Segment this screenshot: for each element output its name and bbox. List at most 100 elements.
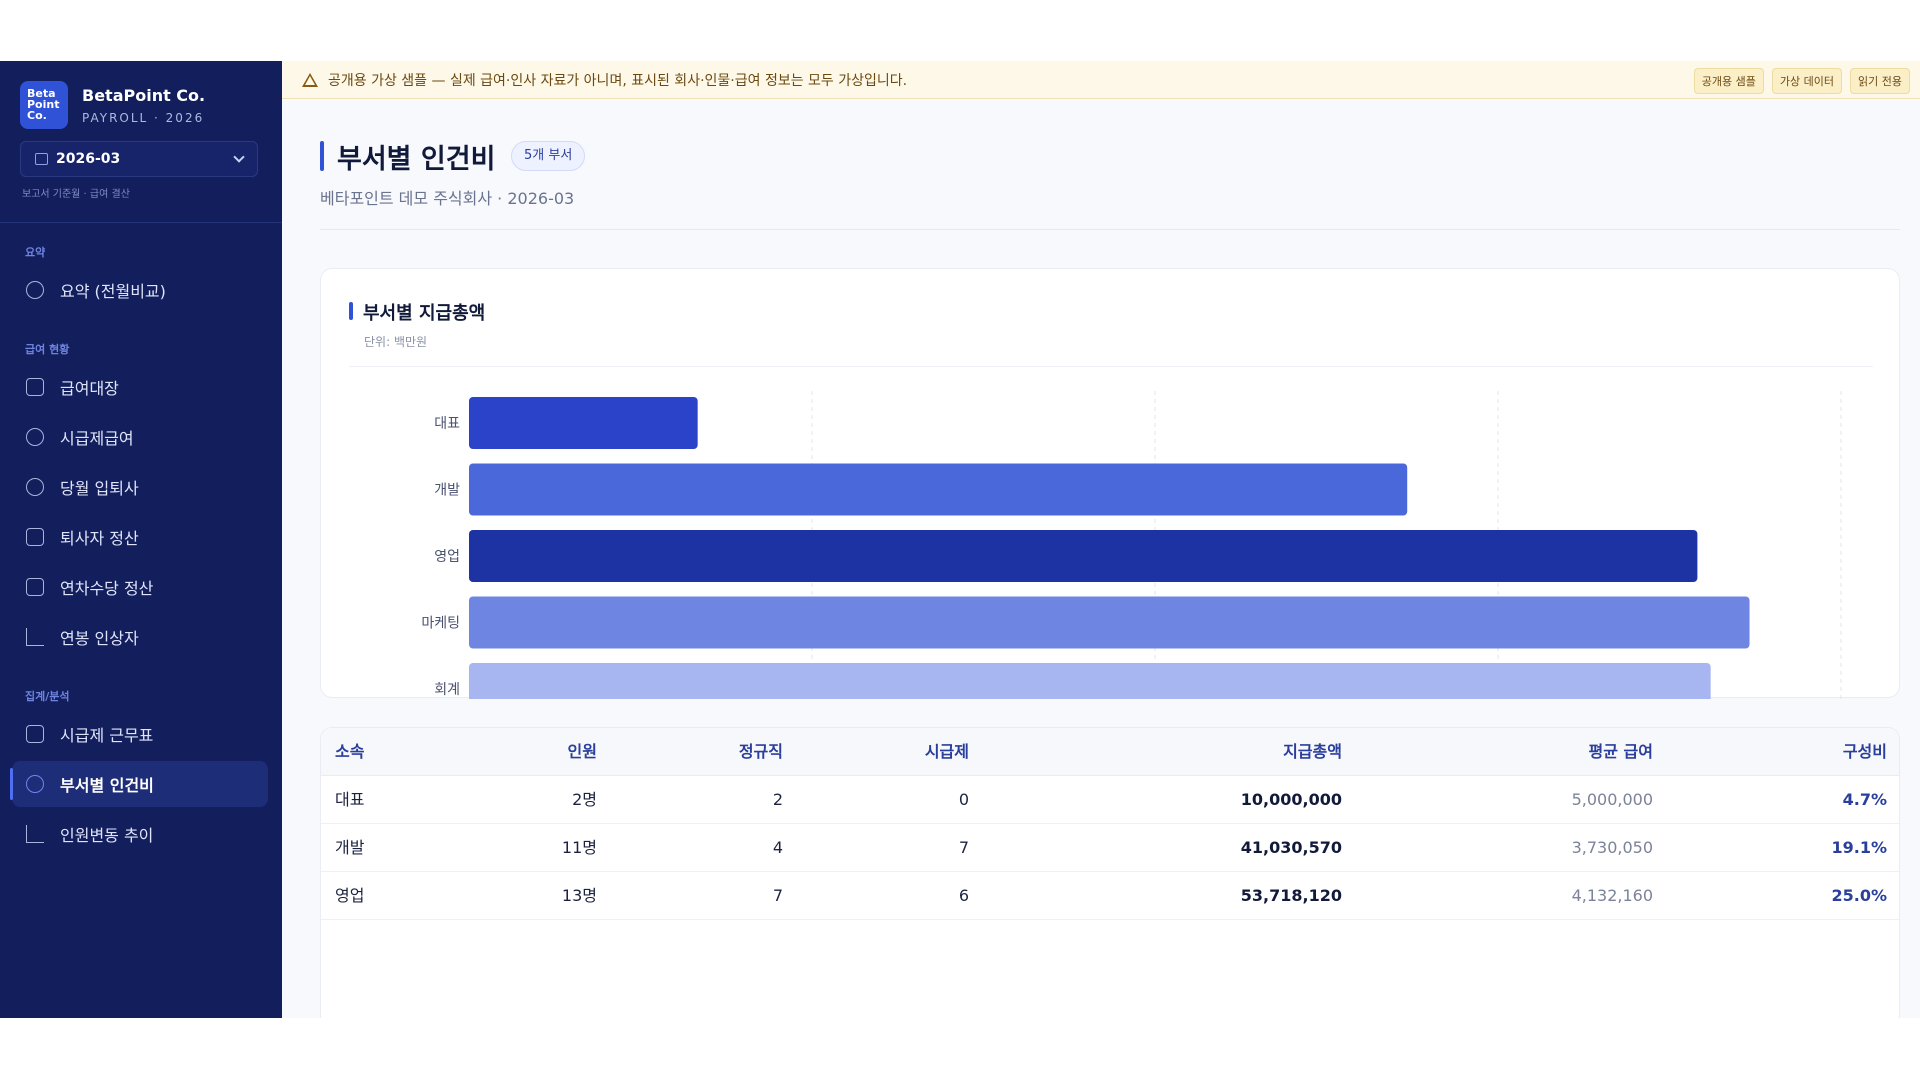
dept-total-bar-chart: 015304560대표개발영업마케팅회계 xyxy=(421,391,1842,699)
brand[interactable]: Beta Point Co. BetaPoint Co. PAYROLL · 2… xyxy=(20,81,205,129)
cell-regular: 4 xyxy=(772,838,783,857)
clock-icon xyxy=(26,428,44,446)
dept-total-chart-card: 부서별 지급총액 단위: 백만원 015304560대표개발영업마케팅회계 xyxy=(320,268,1900,699)
section-label-summary: 요약 xyxy=(25,246,46,259)
cell-dept: 개발 xyxy=(335,838,365,857)
sidebar-item-label: 연차수당 정산 xyxy=(60,579,154,598)
section-label-payroll: 급여 현황 xyxy=(25,343,70,356)
sidebar-item-dept-cost[interactable]: 부서별 인건비 xyxy=(10,761,268,807)
table-row[interactable]: 개발 11명 4 7 41,030,570 3,730,050 19.1% xyxy=(321,824,1899,872)
cell-hourly: 7 xyxy=(958,838,969,857)
sidebar-item-hourly-schedule[interactable]: 시급제 근무표 xyxy=(12,711,268,757)
bar-개발 xyxy=(469,463,1408,516)
cell-avg: 5,000,000 xyxy=(1571,790,1653,809)
calculator-icon xyxy=(26,528,44,546)
bar-회계 xyxy=(469,663,1711,699)
trend-up-icon xyxy=(26,628,44,646)
sidebar-item-label: 연봉 인상자 xyxy=(60,629,139,648)
period-select[interactable]: 2026-03 xyxy=(20,141,258,177)
main-content: 공개용 가상 샘플 — 실제 급여·인사 자료가 아니며, 표시된 회사·인물·… xyxy=(282,61,1920,1018)
notice-text: 공개용 가상 샘플 — 실제 급여·인사 자료가 아니며, 표시된 회사·인물·… xyxy=(328,72,908,89)
app-window: Beta Point Co. BetaPoint Co. PAYROLL · 2… xyxy=(0,61,1920,1018)
col-header-total: 지급총액 xyxy=(1283,742,1342,761)
sidebar-item-salary-raise[interactable]: 연봉 인상자 xyxy=(12,614,268,660)
sidebar: Beta Point Co. BetaPoint Co. PAYROLL · 2… xyxy=(0,61,282,1018)
dept-cost-table: 소속 인원 정규직 시급제 지급총액 평균 급여 구성비 대표 2명 2 0 1… xyxy=(320,727,1900,1018)
section-label-analysis: 집계/분석 xyxy=(25,690,70,703)
cell-share: 25.0% xyxy=(1831,886,1887,905)
page-title: 부서별 인건비 xyxy=(337,144,496,175)
bar-마케팅 xyxy=(469,596,1750,649)
sidebar-item-label: 인원변동 추이 xyxy=(60,826,154,845)
cell-total: 10,000,000 xyxy=(1240,790,1342,809)
tag-virtual-data: 가상 데이터 xyxy=(1771,68,1843,94)
sidebar-item-hires-exits[interactable]: 당월 입퇴사 xyxy=(12,464,268,510)
calendar-clock-icon xyxy=(26,725,44,743)
bar-영업 xyxy=(469,530,1698,582)
brand-name: BetaPoint Co. xyxy=(82,85,206,105)
user-plus-icon xyxy=(26,478,44,496)
notice-tags: 공개용 샘플 가상 데이터 읽기 전용 xyxy=(1686,68,1910,94)
sidebar-item-label: 당월 입퇴사 xyxy=(60,479,139,498)
brand-subtitle: PAYROLL · 2026 xyxy=(82,110,205,125)
cell-headcount: 2명 xyxy=(572,790,597,809)
tag-read-only: 읽기 전용 xyxy=(1850,68,1910,94)
sidebar-item-hourly-pay[interactable]: 시급제급여 xyxy=(12,414,268,460)
sidebar-divider xyxy=(0,222,282,223)
sidebar-item-label: 시급제급여 xyxy=(60,429,134,448)
table-row[interactable]: 대표 2명 2 0 10,000,000 5,000,000 4.7% xyxy=(321,776,1899,824)
cell-avg: 4,132,160 xyxy=(1571,886,1653,905)
sidebar-item-summary[interactable]: 요약 (전월비교) xyxy=(12,267,268,313)
line-chart-icon xyxy=(26,825,44,843)
category-label: 영업 xyxy=(434,549,460,565)
page-subtitle: 베타포인트 데모 주식회사 · 2026-03 xyxy=(320,189,575,208)
category-label: 마케팅 xyxy=(421,616,460,632)
col-header-avg: 평균 급여 xyxy=(1588,742,1653,761)
col-header-share: 구성비 xyxy=(1842,742,1887,761)
cell-hourly: 6 xyxy=(958,886,969,905)
sidebar-item-headcount-trend[interactable]: 인원변동 추이 xyxy=(12,811,268,857)
cell-avg: 3,730,050 xyxy=(1571,838,1653,857)
users-icon xyxy=(26,775,44,793)
period-hint: 보고서 기준월 · 급여 결산 xyxy=(22,189,130,200)
sample-notice-banner: 공개용 가상 샘플 — 실제 급여·인사 자료가 아니며, 표시된 회사·인물·… xyxy=(282,61,1920,99)
title-accent xyxy=(320,141,324,171)
col-header-dept: 소속 xyxy=(335,742,365,761)
bar-대표 xyxy=(469,397,698,449)
cell-share: 19.1% xyxy=(1831,838,1887,857)
cell-dept: 대표 xyxy=(335,790,365,809)
cell-regular: 7 xyxy=(772,886,783,905)
sidebar-item-payroll-ledger[interactable]: 급여대장 xyxy=(12,364,268,410)
sidebar-item-label: 퇴사자 정산 xyxy=(60,529,139,548)
warning-icon xyxy=(302,72,318,87)
cell-total: 53,718,120 xyxy=(1240,886,1342,905)
cell-dept: 영업 xyxy=(335,886,365,905)
cell-regular: 2 xyxy=(772,790,783,809)
tag-public-sample: 공개용 샘플 xyxy=(1693,68,1764,94)
chevron-down-icon xyxy=(233,151,245,163)
sidebar-item-label: 요약 (전월비교) xyxy=(60,282,166,301)
cell-hourly: 0 xyxy=(958,790,969,809)
table-header-row: 소속 인원 정규직 시급제 지급총액 평균 급여 구성비 xyxy=(321,728,1899,776)
period-value: 2026-03 xyxy=(56,151,121,167)
col-header-hourly: 시급제 xyxy=(924,742,969,761)
sidebar-item-leave-allowance[interactable]: 연차수당 정산 xyxy=(12,564,268,610)
cell-share: 4.7% xyxy=(1842,790,1887,809)
calendar-icon xyxy=(26,578,44,596)
table-row[interactable]: 영업 13명 7 6 53,718,120 4,132,160 25.0% xyxy=(321,872,1899,920)
dept-count-badge: 5개 부서 xyxy=(511,141,586,171)
brand-logo: Beta Point Co. xyxy=(20,81,68,129)
category-label: 대표 xyxy=(434,416,460,432)
col-header-headcount: 인원 xyxy=(567,742,597,761)
header-divider xyxy=(320,229,1900,230)
pie-chart-icon xyxy=(26,281,44,299)
cell-headcount: 13명 xyxy=(561,886,597,905)
category-label: 개발 xyxy=(434,483,460,499)
sidebar-item-label: 시급제 근무표 xyxy=(60,726,154,745)
cell-total: 41,030,570 xyxy=(1240,838,1342,857)
calendar-icon xyxy=(35,153,48,165)
category-label: 회계 xyxy=(434,682,460,698)
sidebar-item-severance[interactable]: 퇴사자 정산 xyxy=(12,514,268,560)
sidebar-item-label: 부서별 인건비 xyxy=(60,776,154,795)
cell-headcount: 11명 xyxy=(561,838,597,857)
